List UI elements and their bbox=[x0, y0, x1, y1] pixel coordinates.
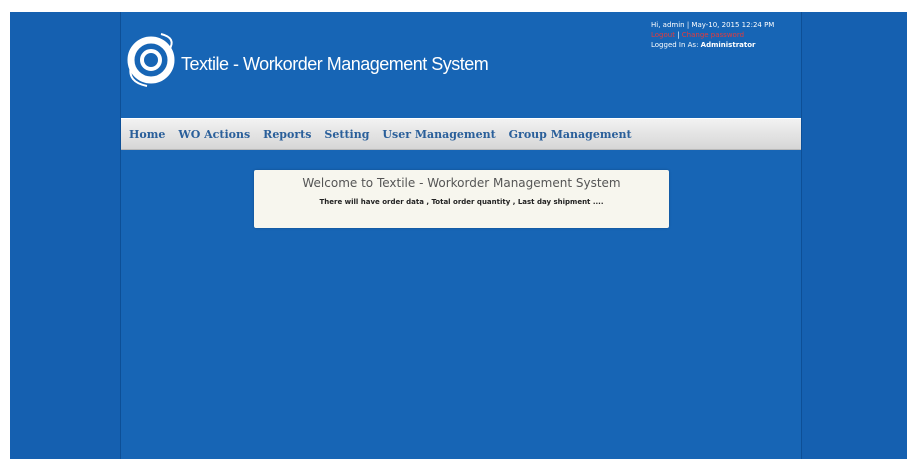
nav-item-home[interactable]: Home bbox=[129, 128, 165, 141]
logout-link[interactable]: Logout bbox=[651, 31, 675, 39]
link-separator: | bbox=[674, 31, 682, 39]
main-navbar: Home WO Actions Reports Setting User Man… bbox=[121, 118, 801, 150]
main-frame: Textile - Workorder Management System Hi… bbox=[120, 12, 802, 459]
logged-in-role: Administrator bbox=[700, 41, 756, 49]
welcome-title: Welcome to Textile - Workorder Managemen… bbox=[302, 176, 621, 190]
nav-item-group-management[interactable]: Group Management bbox=[509, 128, 632, 141]
nav-items: Home WO Actions Reports Setting User Man… bbox=[121, 119, 801, 149]
welcome-box: Welcome to Textile - Workorder Managemen… bbox=[254, 170, 669, 228]
nav-item-wo-actions[interactable]: WO Actions bbox=[178, 128, 250, 141]
header: Textile - Workorder Management System Hi… bbox=[121, 12, 801, 117]
nav-item-user-management[interactable]: User Management bbox=[382, 128, 495, 141]
swirl-logo-icon bbox=[127, 33, 175, 87]
greeting-text: Hi, admin | May-10, 2015 12:24 PM bbox=[651, 21, 775, 29]
logged-in-as: Logged In As: Administrator bbox=[651, 40, 801, 50]
user-panel: Hi, admin | May-10, 2015 12:24 PM Logout… bbox=[651, 20, 801, 50]
nav-item-setting[interactable]: Setting bbox=[324, 128, 369, 141]
page-background: Textile - Workorder Management System Hi… bbox=[10, 12, 907, 459]
account-links: Logout | Change password bbox=[651, 30, 801, 40]
logged-in-prefix: Logged In As: bbox=[651, 41, 701, 49]
change-password-link[interactable]: Change password bbox=[682, 31, 744, 39]
welcome-body: There will have order data , Total order… bbox=[319, 198, 604, 206]
nav-item-reports[interactable]: Reports bbox=[263, 128, 311, 141]
app-title: Textile - Workorder Management System bbox=[181, 54, 489, 74]
